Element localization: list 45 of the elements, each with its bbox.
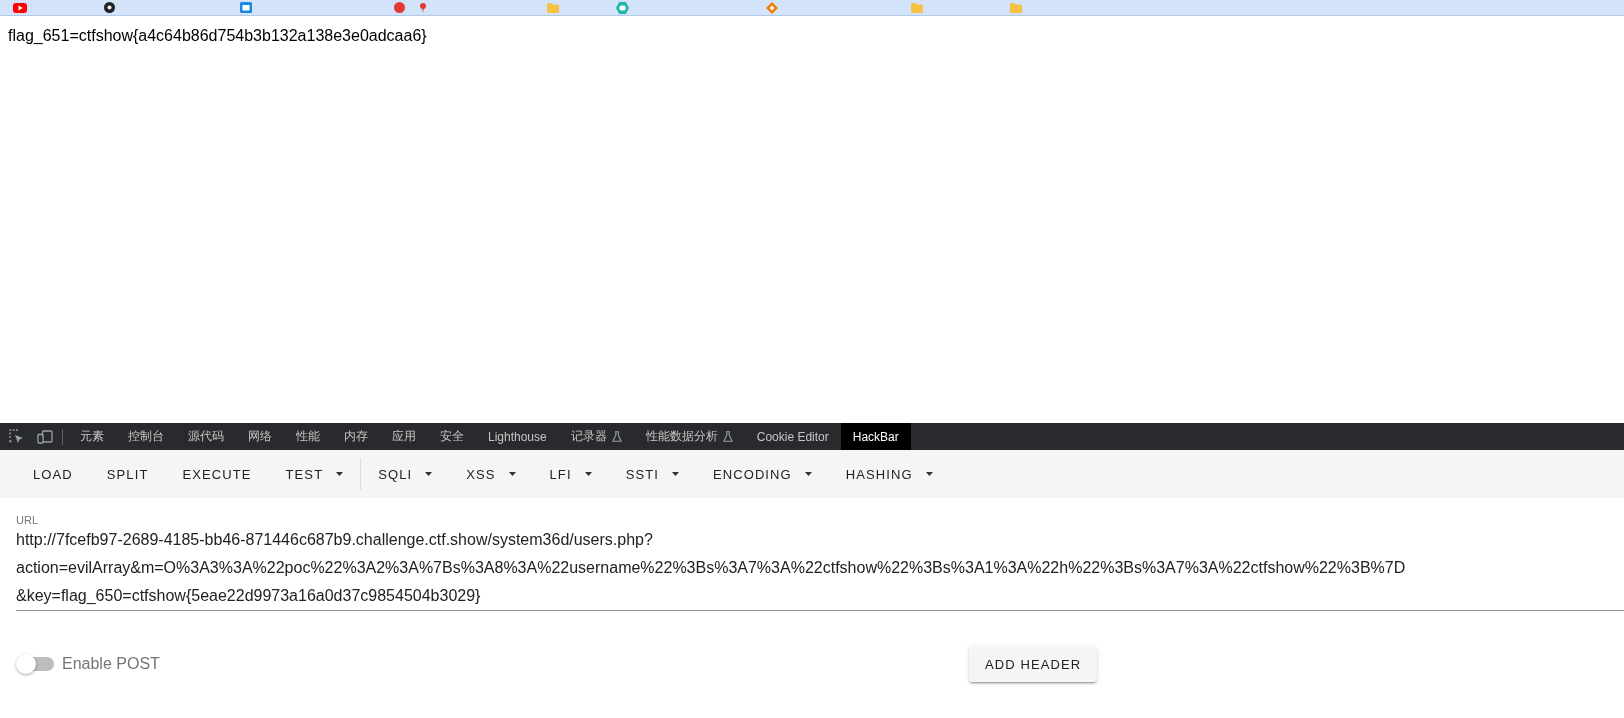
caret-icon [925, 472, 933, 476]
menu-button[interactable]: LFI [532, 456, 609, 492]
diamond-icon[interactable] [766, 1, 778, 14]
devtools-tab[interactable]: 元素 [68, 423, 116, 450]
menu-button[interactable]: SQLI [361, 456, 450, 492]
menu-button[interactable]: XSS [449, 456, 533, 492]
devtools-tab[interactable]: 性能 [284, 423, 332, 450]
enable-post-label: Enable POST [62, 655, 160, 673]
caret-icon [804, 472, 812, 476]
menu-button[interactable]: ENCODING [695, 456, 829, 492]
window-icon[interactable] [240, 2, 252, 13]
devtools-tab[interactable]: 内存 [332, 423, 380, 450]
devtools-tab[interactable]: HackBar [840, 423, 911, 450]
ring-icon[interactable] [104, 2, 115, 13]
device-toolbar-icon[interactable] [37, 429, 53, 444]
flag-text: flag_651=ctfshow{a4c64b86d754b3b132a138e3e0adcaa6} [8, 26, 427, 46]
toolbar-button[interactable]: EXECUTE [165, 456, 269, 492]
hexagon-icon[interactable] [616, 1, 629, 14]
toolbar-button[interactable]: SPLIT [89, 456, 166, 492]
menu-button[interactable]: HASHING [828, 456, 950, 492]
caret-icon [508, 472, 516, 476]
enable-post-toggle[interactable] [16, 654, 54, 674]
caret-icon [336, 472, 344, 476]
menu-button[interactable]: TEST [268, 456, 361, 492]
pin-icon [420, 2, 426, 13]
toolbar-button[interactable]: LOAD [16, 456, 90, 492]
devtools-tab[interactable]: Cookie Editor [744, 423, 841, 450]
devtools-tab[interactable]: 安全 [428, 423, 476, 450]
add-header-button[interactable]: ADD HEADER [969, 646, 1098, 682]
devtools-tab[interactable]: 性能数据分析 [633, 423, 745, 450]
devtools-tab[interactable]: 源代码 [176, 423, 236, 450]
devtools-tab[interactable]: 记录器 [558, 423, 634, 450]
play-icon[interactable] [13, 2, 27, 13]
devtools-tab[interactable]: 应用 [380, 423, 428, 450]
caret-icon [425, 472, 433, 476]
menu-button[interactable]: SSTI [608, 456, 696, 492]
caret-icon [584, 472, 592, 476]
url-field[interactable]: URL http://7fcefb97-2689-4185-bb46-871446c687b9.challenge.ctf.show/system36d/users.php? action=evilArray&m=O%3A3%3A%22poc%22%3A2%3A%7Bs%3A8%3A%22username%22%3Bs%3A7%3A%22ctfshow%22%3Bs%3A1%3A%22h%22%3Bs%3A7%3A%22ctfshow%22%3B%7D &key=flag_650=ctfshow{5eae22d9973a16a0d37c9854504b3029} [16, 514, 1624, 611]
dot-icon[interactable] [394, 2, 405, 13]
inspect-icon[interactable] [9, 429, 24, 444]
devtools-tab[interactable]: 控制台 [116, 423, 176, 450]
devtools-tab[interactable]: Lighthouse [476, 423, 559, 450]
caret-icon [671, 472, 679, 476]
devtools-tab[interactable]: 网络 [236, 423, 284, 450]
url-label: URL [16, 514, 39, 526]
